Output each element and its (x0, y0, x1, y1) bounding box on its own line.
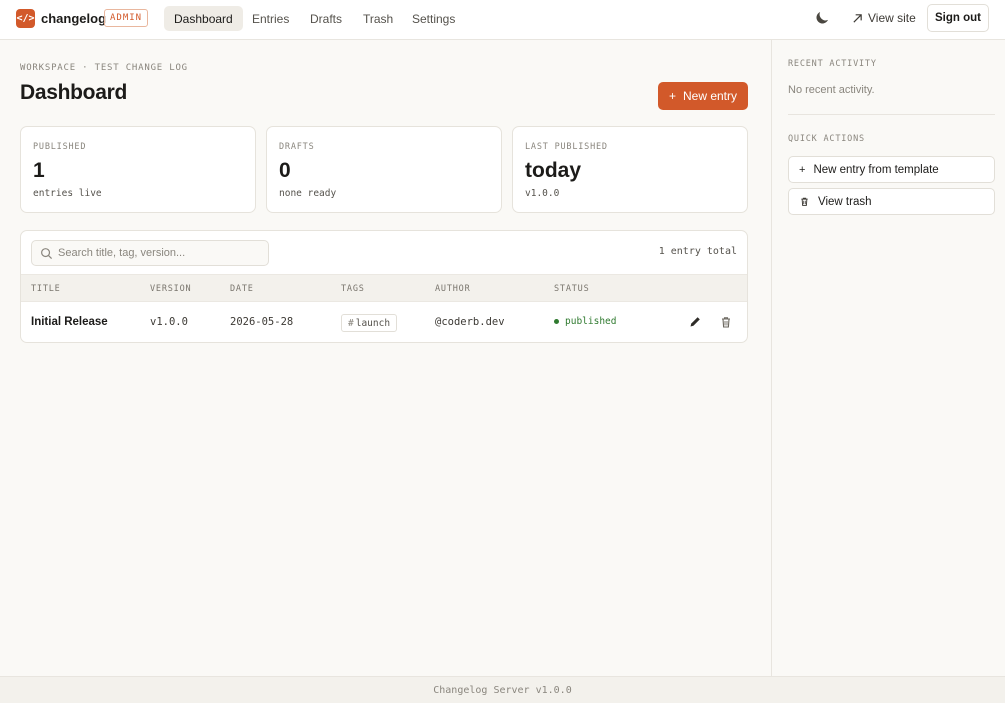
brand-name[interactable]: changelog (41, 11, 106, 26)
nav-drafts[interactable]: Drafts (300, 6, 352, 31)
column-header-status[interactable]: STATUS (554, 284, 590, 294)
stat-card-last-published: LAST PUBLISHED today v1.0.0 (512, 126, 748, 213)
quick-action-label: New entry from template (813, 163, 939, 176)
column-header-version[interactable]: VERSION (150, 284, 191, 294)
status-label: published (565, 316, 617, 327)
stat-sub: none ready (279, 188, 337, 199)
view-trash-button[interactable]: View trash (788, 188, 995, 215)
quick-action-label: View trash (818, 195, 872, 208)
nav-settings[interactable]: Settings (402, 6, 465, 31)
stat-label: DRAFTS (279, 142, 315, 152)
view-site-link[interactable]: View site (852, 11, 916, 25)
plus-icon: + (668, 89, 676, 103)
recent-activity-empty: No recent activity. (788, 84, 875, 96)
breadcrumb: WORKSPACE · TEST CHANGE LOG (20, 63, 188, 73)
stat-sub: v1.0.0 (525, 188, 560, 199)
nav-dashboard[interactable]: Dashboard (164, 6, 243, 31)
tag-label: launch (355, 317, 391, 329)
stat-value: 0 (279, 159, 291, 182)
stat-value: today (525, 159, 582, 182)
column-header-tags[interactable]: TAGS (341, 284, 365, 294)
footer: Changelog Server v1.0.0 (0, 676, 1005, 703)
status-dot-icon (554, 319, 559, 324)
tag-chip[interactable]: # launch (341, 314, 398, 332)
table-row[interactable]: Initial Release v1.0.0 2026-05-28 # laun… (21, 303, 747, 342)
column-header-author[interactable]: AUTHOR (435, 284, 471, 294)
delete-trash-icon[interactable] (719, 315, 733, 329)
admin-badge: ADMIN (104, 9, 149, 27)
edit-pencil-icon[interactable] (688, 315, 702, 329)
nav-trash[interactable]: Trash (353, 6, 403, 31)
stat-sub: entries live (33, 188, 102, 199)
entry-author: @coderb.dev (435, 316, 505, 328)
table-header: TITLE VERSION DATE TAGS AUTHOR STATUS (21, 274, 747, 302)
sidebar-divider (788, 114, 995, 115)
footer-version: Changelog Server v1.0.0 (433, 684, 572, 696)
entries-table: 1 entry total TITLE VERSION DATE TAGS AU… (20, 230, 748, 343)
stat-value: 1 (33, 159, 45, 182)
column-header-date[interactable]: DATE (230, 284, 254, 294)
stat-label: PUBLISHED (33, 142, 87, 152)
new-entry-label: New entry (682, 89, 738, 103)
entry-count: 1 entry total (658, 246, 737, 257)
hash-icon: # (348, 317, 354, 329)
entry-date: 2026-05-28 (230, 316, 294, 328)
external-arrow-icon (853, 13, 862, 23)
trash-icon (801, 197, 808, 206)
moon-icon[interactable] (813, 9, 831, 27)
stat-label: LAST PUBLISHED (525, 142, 608, 152)
stat-card-published: PUBLISHED 1 entries live (20, 126, 256, 213)
search-icon (41, 248, 53, 260)
search-box[interactable] (31, 240, 269, 266)
entry-version: v1.0.0 (150, 316, 188, 328)
page-title: Dashboard (20, 81, 127, 104)
sidebar: RECENT ACTIVITY No recent activity. QUIC… (771, 40, 1005, 676)
entry-title[interactable]: Initial Release (31, 316, 108, 328)
search-input[interactable] (58, 244, 263, 262)
view-site-label: View site (868, 11, 916, 25)
top-nav: </> changelog ADMIN Dashboard Entries Dr… (0, 0, 1005, 40)
quick-actions-heading: QUICK ACTIONS (788, 134, 865, 144)
nav-entries[interactable]: Entries (242, 6, 299, 31)
new-entry-from-template-button[interactable]: + New entry from template (788, 156, 995, 183)
logo-icon[interactable]: </> (16, 9, 35, 28)
recent-activity-heading: RECENT ACTIVITY (788, 59, 877, 69)
column-header-title[interactable]: TITLE (31, 284, 61, 294)
new-entry-button[interactable]: + New entry (658, 82, 748, 110)
stat-card-drafts: DRAFTS 0 none ready (266, 126, 502, 213)
status-badge: published (554, 316, 616, 327)
sign-out-button[interactable]: Sign out (927, 4, 989, 32)
plus-icon: + (799, 163, 806, 176)
